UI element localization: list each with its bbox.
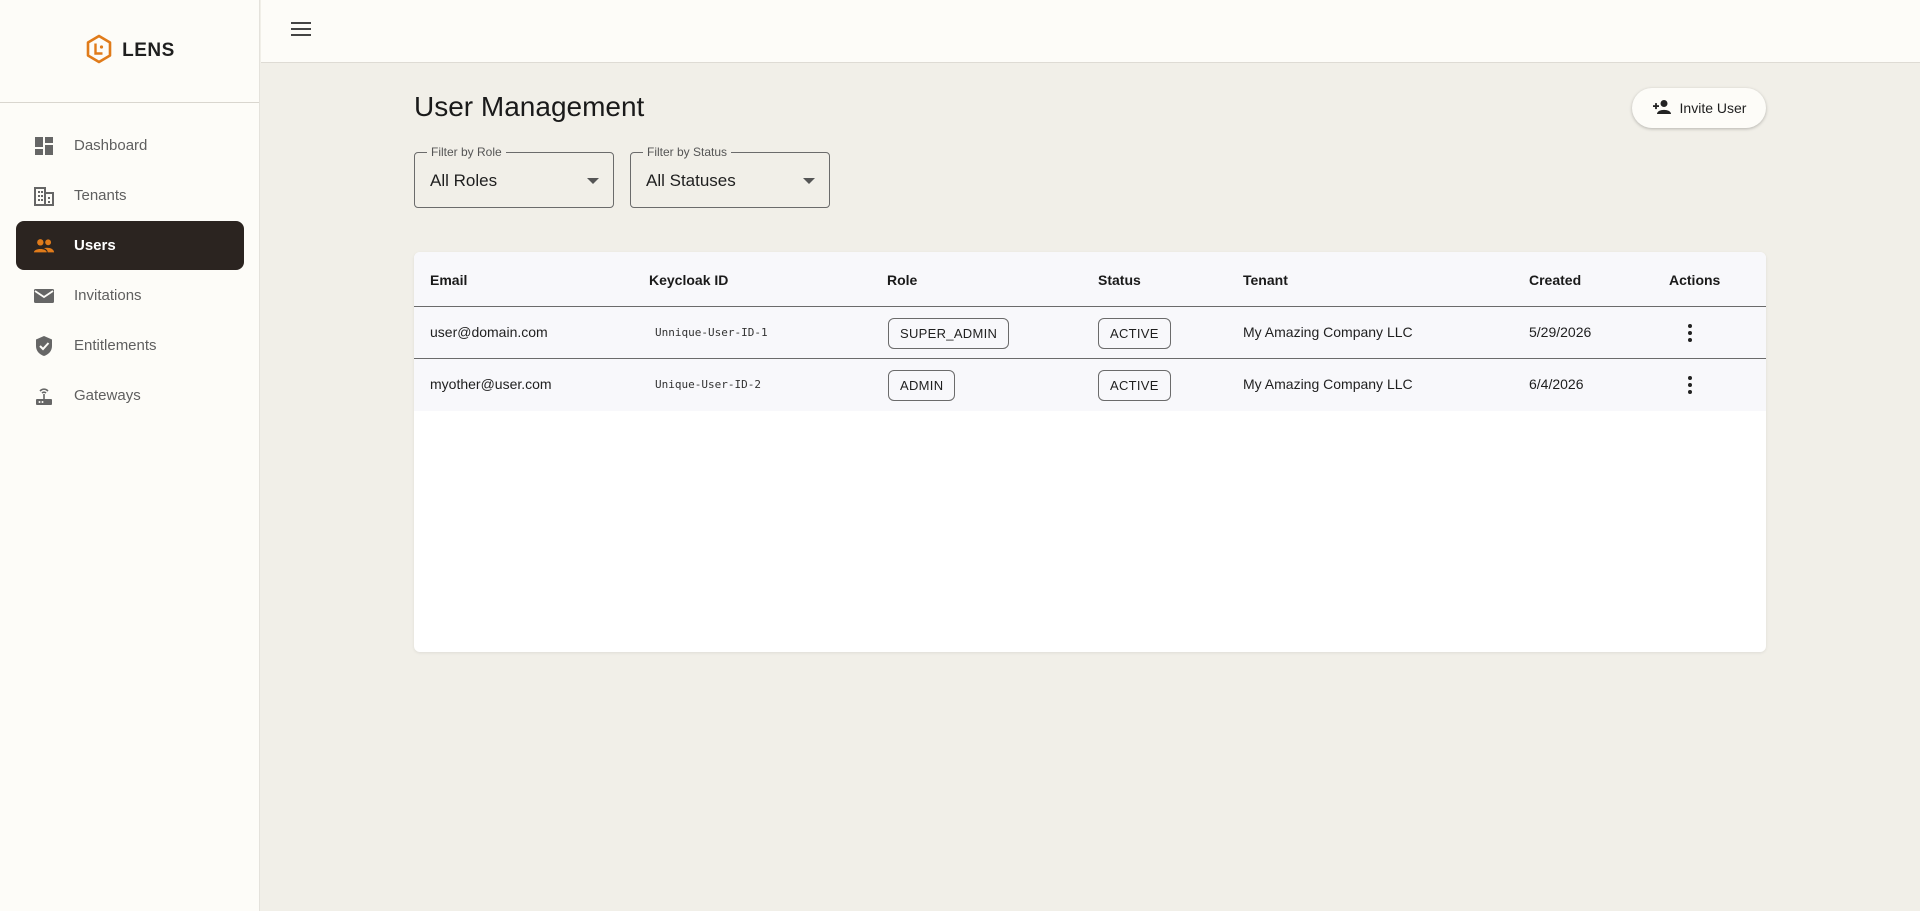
more-actions-icon[interactable] bbox=[1680, 322, 1700, 344]
sidebar-item-label: Tenants bbox=[74, 187, 127, 204]
cell-keycloak-id: Unnique-User-ID-1 bbox=[655, 326, 768, 339]
status-filter-label: Filter by Status bbox=[643, 145, 732, 159]
role-chip: SUPER_ADMIN bbox=[888, 318, 1010, 349]
table-row[interactable]: user@domain.com Unnique-User-ID-1 SUPER_… bbox=[414, 307, 1766, 359]
sidebar-item-dashboard[interactable]: Dashboard bbox=[16, 121, 244, 170]
page-title: User Management bbox=[414, 91, 645, 122]
status-chip: ACTIVE bbox=[1098, 318, 1171, 349]
dropdown-arrow-icon bbox=[587, 178, 599, 184]
cell-email: myother@user.com bbox=[430, 376, 552, 392]
sidebar-item-label: Users bbox=[74, 237, 116, 254]
column-header-actions: Actions bbox=[1669, 272, 1721, 288]
column-header-email: Email bbox=[430, 272, 468, 288]
more-actions-icon[interactable] bbox=[1680, 374, 1700, 396]
status-chip: ACTIVE bbox=[1098, 370, 1171, 401]
column-header-status: Status bbox=[1098, 272, 1141, 288]
status-filter-select[interactable]: Filter by Status All Statuses bbox=[630, 145, 830, 208]
dashboard-icon bbox=[33, 135, 55, 157]
brand[interactable]: LENS bbox=[0, 0, 259, 103]
cell-created: 5/29/2026 bbox=[1529, 324, 1592, 340]
sidebar-item-label: Entitlements bbox=[74, 337, 157, 354]
sidebar-item-invitations[interactable]: Invitations bbox=[16, 271, 244, 320]
people-icon bbox=[33, 235, 55, 257]
sidebar-item-label: Invitations bbox=[74, 287, 142, 304]
lens-logo-icon bbox=[84, 34, 114, 69]
sidebar-nav: Dashboard Tenants Users Invitations Enti… bbox=[0, 103, 259, 420]
table-header: Email Keycloak ID Role Status Tenant Cre… bbox=[414, 252, 1766, 307]
router-icon bbox=[33, 385, 55, 407]
cell-tenant: My Amazing Company LLC bbox=[1243, 324, 1413, 340]
building-icon bbox=[33, 185, 55, 207]
invite-user-label: Invite User bbox=[1679, 100, 1747, 116]
invite-user-button[interactable]: Invite User bbox=[1632, 88, 1766, 128]
mail-icon bbox=[33, 285, 55, 307]
cell-email: user@domain.com bbox=[430, 324, 548, 340]
role-chip: ADMIN bbox=[888, 370, 956, 401]
person-add-icon bbox=[1652, 99, 1672, 118]
cell-tenant: My Amazing Company LLC bbox=[1243, 376, 1413, 392]
sidebar-item-label: Gateways bbox=[74, 387, 141, 404]
column-header-created: Created bbox=[1529, 272, 1582, 288]
sidebar-item-label: Dashboard bbox=[74, 137, 148, 154]
column-header-keycloak-id: Keycloak ID bbox=[649, 272, 729, 288]
sidebar: LENS Dashboard Tenants Users Invitations bbox=[0, 0, 260, 911]
status-filter-value: All Statuses bbox=[646, 171, 736, 190]
sidebar-item-users[interactable]: Users bbox=[16, 221, 244, 270]
role-filter-label: Filter by Role bbox=[427, 145, 506, 159]
menu-icon[interactable] bbox=[291, 22, 311, 38]
users-table: Email Keycloak ID Role Status Tenant Cre… bbox=[414, 252, 1766, 652]
cell-keycloak-id: Unique-User-ID-2 bbox=[655, 378, 761, 391]
top-app-bar bbox=[261, 0, 1920, 63]
shield-check-icon bbox=[33, 335, 55, 357]
role-filter-value: All Roles bbox=[430, 171, 498, 190]
sidebar-item-entitlements[interactable]: Entitlements bbox=[16, 321, 244, 370]
brand-name: LENS bbox=[122, 40, 175, 61]
column-header-role: Role bbox=[887, 272, 918, 288]
dropdown-arrow-icon bbox=[803, 178, 815, 184]
cell-created: 6/4/2026 bbox=[1529, 376, 1584, 392]
role-filter-select[interactable]: Filter by Role All Roles bbox=[414, 145, 614, 208]
sidebar-item-tenants[interactable]: Tenants bbox=[16, 171, 244, 220]
table-row[interactable]: myother@user.com Unique-User-ID-2 ADMIN … bbox=[414, 359, 1766, 411]
sidebar-item-gateways[interactable]: Gateways bbox=[16, 371, 244, 420]
column-header-tenant: Tenant bbox=[1243, 272, 1288, 288]
